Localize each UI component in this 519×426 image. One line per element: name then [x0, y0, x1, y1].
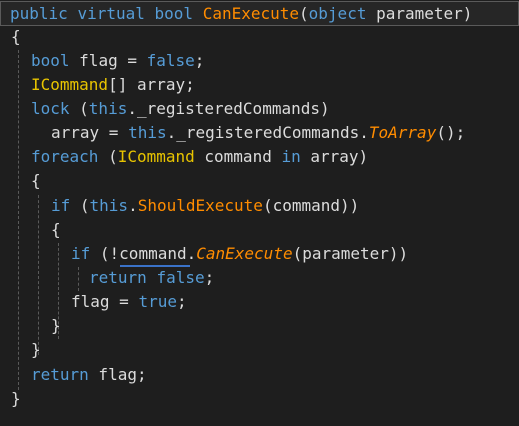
code-line-10[interactable]: { — [51, 218, 61, 242]
paren-open: ( — [69, 99, 89, 118]
command-reference: command — [119, 244, 187, 263]
keyword-object: object — [308, 4, 367, 23]
array-declaration: [] array; — [108, 75, 195, 94]
keyword-return: return — [89, 268, 147, 287]
code-line-16[interactable]: return flag; — [31, 363, 147, 387]
dot: . — [128, 196, 138, 215]
code-line-2[interactable]: { — [11, 25, 21, 49]
brace-close: } — [11, 389, 21, 408]
code-line-13[interactable]: flag = true; — [71, 290, 187, 314]
method-toarray: ToArray — [368, 123, 437, 142]
keyword-if: if — [51, 196, 71, 215]
keyword-true: true — [138, 292, 177, 311]
code-line-17[interactable]: } — [11, 387, 21, 411]
indent-guide-level-4 — [78, 267, 79, 291]
keyword-this: this — [88, 99, 128, 118]
indent-guide-level-1 — [18, 50, 19, 390]
paren-not: (! — [90, 244, 120, 263]
type-icommand: ICommand — [31, 75, 109, 94]
paren-open: ( — [98, 147, 118, 166]
indent-guide-level-2 — [38, 195, 39, 355]
keyword-bool: bool — [31, 51, 70, 70]
brace-open: { — [51, 220, 61, 239]
type-icommand: ICommand — [117, 147, 195, 166]
brace-open: { — [31, 171, 41, 190]
dot: . — [186, 244, 197, 263]
keyword-in: in — [281, 147, 301, 166]
code-line-3[interactable]: bool flag = false; — [31, 49, 204, 73]
code-editor[interactable]: public virtual bool CanExecute(object pa… — [0, 0, 519, 426]
paren-open: ( — [70, 196, 90, 215]
keyword-lock: lock — [31, 99, 70, 118]
code-line-4[interactable]: ICommand[] array; — [31, 73, 195, 97]
keyword-foreach: foreach — [31, 147, 99, 166]
parameter-name: parameter — [376, 4, 463, 23]
keyword-this: this — [89, 196, 129, 215]
code-line-9[interactable]: if (this.ShouldExecute(command)) — [51, 194, 359, 218]
keyword-return: return — [31, 365, 89, 384]
keyword-if: if — [71, 244, 91, 263]
code-line-15[interactable]: } — [31, 338, 41, 362]
code-line-14[interactable]: } — [51, 314, 61, 338]
code-line-8[interactable]: { — [31, 169, 41, 193]
brace-open: { — [11, 27, 21, 46]
brace-close: } — [31, 340, 41, 359]
code-line-5[interactable]: lock (this._registeredCommands) — [31, 97, 330, 121]
array-assign: array = — [51, 123, 129, 142]
registered-commands: ._registeredCommands) — [127, 99, 330, 118]
return-value: flag; — [88, 365, 147, 384]
registered-commands: ._registeredCommands. — [166, 123, 369, 142]
keyword-false: false — [156, 268, 205, 287]
keyword-bool: bool — [154, 4, 194, 23]
paren-close: ) — [462, 4, 473, 23]
method-shouldexecute: ShouldExecute — [137, 196, 263, 215]
keyword-false: false — [146, 51, 195, 70]
code-line-1[interactable]: public virtual bool CanExecute(object pa… — [0, 1, 519, 26]
semicolon: ; — [176, 292, 187, 311]
semicolon: ; — [204, 268, 215, 287]
method-canexecute: CanExecute — [196, 244, 293, 263]
semicolon: ; — [194, 51, 205, 70]
flag-assign: flag = — [79, 51, 147, 70]
flag-assign: flag = — [71, 292, 139, 311]
paren-open: ( — [299, 4, 309, 23]
code-line-6[interactable]: array = this._registeredCommands.ToArray… — [51, 121, 465, 145]
call-end: (); — [436, 123, 466, 142]
code-line-7[interactable]: foreach (ICommand command in array) — [31, 145, 368, 169]
loop-variable: command — [194, 147, 282, 166]
brace-close: } — [51, 316, 61, 335]
keyword-virtual: virtual — [77, 4, 145, 23]
keyword-this: this — [128, 123, 167, 142]
call-args: (parameter)) — [292, 244, 409, 263]
call-args: (command)) — [262, 196, 360, 215]
keyword-public: public — [10, 4, 68, 23]
method-name: CanExecute — [202, 4, 300, 23]
loop-source: array) — [300, 147, 369, 166]
code-line-12[interactable]: return false; — [89, 266, 214, 290]
